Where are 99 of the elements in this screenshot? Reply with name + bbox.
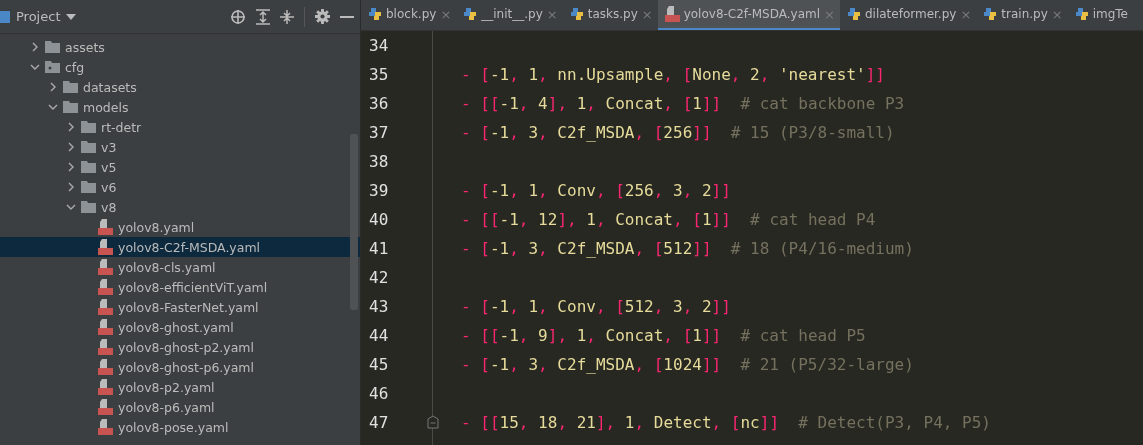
tab-label: imgTe — [1092, 7, 1128, 21]
chevron-right-icon[interactable] — [48, 82, 58, 92]
line-number: 45 — [368, 354, 390, 376]
chevron-right-icon[interactable] — [30, 42, 40, 52]
folder-icon — [45, 61, 60, 73]
yaml-file-icon — [98, 379, 113, 395]
editor-tab[interactable]: train.py × — [976, 0, 1068, 30]
chevron-down-icon[interactable] — [66, 202, 76, 212]
tree-item[interactable]: yolov8-FasterNet.yaml — [0, 297, 360, 317]
line-number: 39 — [368, 180, 390, 202]
tree-item[interactable]: yolov8.yaml — [0, 217, 360, 237]
yaml-file-icon — [98, 219, 113, 235]
line-number: 42 — [368, 267, 390, 289]
tab-label: block.py — [386, 7, 437, 21]
python-file-icon — [846, 7, 861, 21]
code-line: - [-1, 1, Conv, [512, 3, 2]] — [461, 297, 731, 316]
line-number: 38 — [368, 151, 390, 173]
folder-icon — [81, 181, 96, 193]
locate-icon[interactable] — [230, 8, 246, 25]
tree-item[interactable]: yolov8-C2f-MSDA.yaml — [0, 237, 360, 257]
yaml-file-icon — [664, 6, 680, 22]
editor-tab[interactable]: imgTe — [1067, 0, 1133, 30]
yaml-file-icon — [98, 259, 113, 275]
folder-icon — [81, 121, 96, 133]
editor-tab[interactable]: __init__.py × — [456, 0, 563, 30]
editor-tab[interactable]: dilateformer.py × — [839, 0, 977, 30]
yaml-file-icon — [98, 399, 113, 415]
tree-item[interactable]: yolov8-p2.yaml — [0, 377, 360, 397]
yaml-file-icon — [98, 299, 113, 315]
code-line: - [[-1, 9], 1, Concat, [1]] # cat head P5 — [461, 326, 866, 345]
tree-item[interactable]: cfg — [0, 57, 360, 77]
tree-item[interactable]: yolov8-ghost-p6.yaml — [0, 357, 360, 377]
tree-item[interactable]: v6 — [0, 177, 360, 197]
fold-icon[interactable] — [427, 415, 439, 429]
tree-item[interactable]: yolov8-ghost-p2.yaml — [0, 337, 360, 357]
line-number: 36 — [368, 93, 390, 115]
line-number: 40 — [368, 209, 390, 231]
line-number: 46 — [368, 383, 390, 405]
dropdown-icon[interactable] — [66, 13, 77, 20]
tree-item[interactable]: models — [0, 97, 360, 117]
tab-label: train.py — [1001, 7, 1048, 21]
tree-item[interactable]: yolov8-cls.yaml — [0, 257, 360, 277]
editor-tab[interactable]: block.py × — [361, 0, 457, 30]
chevron-down-icon[interactable] — [48, 102, 58, 112]
tree-item[interactable]: yolov8-efficientViT.yaml — [0, 277, 360, 297]
code-line: - [[-1, 4], 1, Concat, [1]] # cat backbone P3 — [461, 94, 905, 113]
expand-all-icon[interactable] — [256, 8, 270, 25]
tree-item[interactable]: v5 — [0, 157, 360, 177]
scrollbar[interactable] — [350, 134, 358, 310]
line-number: 35 — [368, 64, 390, 86]
tree-item[interactable]: yolov8-pose.yaml — [0, 417, 360, 437]
yaml-file-icon — [98, 359, 113, 375]
folder-icon — [45, 41, 60, 53]
yaml-file-icon — [98, 319, 113, 335]
minimize-icon[interactable] — [340, 14, 354, 19]
code-line: - [[-1, 12], 1, Concat, [1]] # cat head P4 — [461, 210, 876, 229]
project-view-selector[interactable]: Project — [0, 9, 77, 24]
folder-icon — [81, 141, 96, 153]
settings-icon[interactable] — [315, 9, 330, 24]
editor-tab[interactable]: tasks.py × — [562, 0, 658, 30]
line-number: 41 — [368, 238, 390, 260]
folder-icon — [63, 101, 78, 113]
python-file-icon — [569, 7, 584, 21]
python-file-icon — [983, 7, 998, 21]
line-number: 34 — [368, 35, 390, 57]
code-line: - [-1, 3, C2f_MSDA, [512]] # 18 (P4/16-medium) — [461, 239, 914, 258]
line-number: 44 — [368, 325, 390, 347]
tree-item[interactable]: yolov8-p6.yaml — [0, 397, 360, 417]
tree-item[interactable]: rt-detr — [0, 117, 360, 137]
collapse-all-icon[interactable] — [280, 8, 294, 25]
line-number: 37 — [368, 122, 390, 144]
line-number: 43 — [368, 296, 390, 318]
tab-label: tasks.py — [587, 7, 638, 21]
python-file-icon — [1074, 7, 1089, 21]
code-line: - [-1, 1, nn.Upsample, [None, 2, 'nearest']] — [461, 65, 885, 84]
chevron-down-icon[interactable] — [30, 62, 40, 72]
editor-tab[interactable]: yolov8-C2f-MSDA.yaml × — [657, 0, 840, 30]
code-line: - [-1, 3, C2f_MSDA, [256]] # 15 (P3/8-small) — [461, 123, 895, 142]
folder-icon — [63, 81, 78, 93]
folder-icon — [81, 161, 96, 173]
python-file-icon — [368, 7, 382, 21]
tab-label: yolov8-C2f-MSDA.yaml — [683, 7, 821, 21]
python-file-icon — [463, 7, 478, 21]
tree-item[interactable]: datasets — [0, 77, 360, 97]
code-line: - [-1, 3, C2f_MSDA, [1024]] # 21 (P5/32-large) — [461, 355, 914, 374]
yaml-file-icon — [98, 339, 113, 355]
folder-icon — [81, 201, 96, 213]
yaml-file-icon — [98, 279, 113, 295]
tree-item[interactable]: v3 — [0, 137, 360, 157]
tree-item[interactable]: yolov8-ghost.yaml — [0, 317, 360, 337]
line-number: 47 — [361, 408, 432, 437]
yaml-file-icon — [98, 239, 113, 255]
yaml-file-icon — [98, 419, 113, 435]
tab-label: dilateformer.py — [864, 7, 957, 21]
code-line: - [-1, 1, Conv, [256, 3, 2]] — [461, 181, 731, 200]
tab-label: __init__.py — [481, 7, 543, 21]
code-line: - [[15, 18, 21], 1, Detect, [nc]] # Detect(P3, P4, P5) — [461, 413, 991, 432]
tree-item[interactable]: assets — [0, 37, 360, 57]
tree-item[interactable]: v8 — [0, 197, 360, 217]
